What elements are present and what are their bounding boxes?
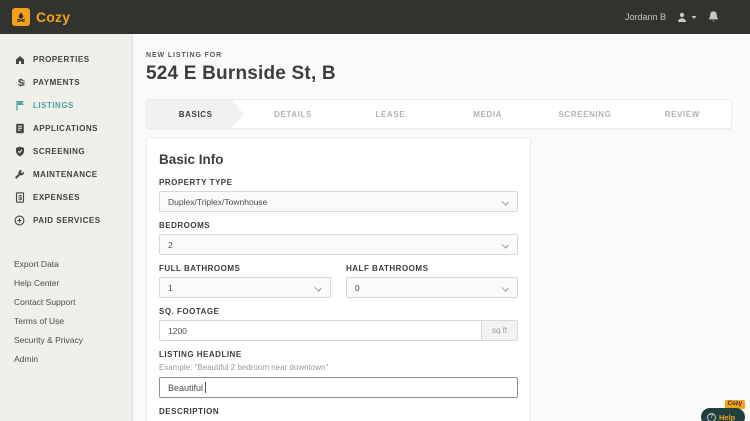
link-contact-support[interactable]: Contact Support bbox=[0, 292, 132, 311]
sidebar-links: Export Data Help Center Contact Support … bbox=[0, 254, 132, 368]
sidebar-item-applications[interactable]: APPLICATIONS bbox=[0, 117, 132, 140]
page-eyebrow: NEW LISTING FOR bbox=[146, 52, 750, 59]
bedrooms-value: 2 bbox=[168, 240, 173, 250]
page-header: NEW LISTING FOR 524 E Burnside St, B bbox=[134, 34, 750, 85]
receipt-icon: $ bbox=[14, 192, 25, 203]
field-listing-headline: LISTING HEADLINE Example: "Beautiful 2 b… bbox=[159, 350, 518, 398]
house-icon bbox=[14, 54, 25, 65]
wrench-icon bbox=[14, 169, 25, 180]
person-icon bbox=[676, 11, 689, 24]
listing-steps-tabbar: BASICS DETAILS LEASE MEDIA SCREENING REV… bbox=[146, 99, 732, 129]
topbar: Cozy Jordann B bbox=[0, 0, 750, 34]
listing-headline-helper: Example: "Beautiful 2 bedroom near downt… bbox=[159, 363, 518, 372]
listing-headline-label: LISTING HEADLINE bbox=[159, 350, 518, 359]
section-title: Basic Info bbox=[159, 152, 518, 167]
svg-text:$: $ bbox=[18, 195, 22, 202]
link-terms-of-use[interactable]: Terms of Use bbox=[0, 311, 132, 330]
cozy-logo[interactable]: Cozy bbox=[12, 8, 70, 26]
half-bathrooms-select[interactable]: 0 bbox=[346, 277, 518, 298]
basic-info-card: Basic Info PROPERTY TYPE Duplex/Triplex/… bbox=[146, 137, 531, 421]
campfire-icon bbox=[12, 8, 30, 26]
property-type-select[interactable]: Duplex/Triplex/Townhouse bbox=[159, 191, 518, 212]
field-bedrooms: BEDROOMS 2 bbox=[159, 221, 518, 255]
sidebar-item-maintenance[interactable]: MAINTENANCE bbox=[0, 163, 132, 186]
help-label: Help bbox=[719, 413, 735, 421]
link-security-privacy[interactable]: Security & Privacy bbox=[0, 330, 132, 349]
bedrooms-label: BEDROOMS bbox=[159, 221, 518, 230]
help-widget: Cozy ? Help bbox=[701, 400, 745, 421]
flag-icon bbox=[14, 100, 25, 111]
full-bathrooms-label: FULL BATHROOMS bbox=[159, 264, 331, 273]
user-name: Jordann B bbox=[625, 12, 666, 22]
tab-lease[interactable]: LEASE bbox=[342, 100, 439, 128]
sidebar-item-properties[interactable]: PROPERTIES bbox=[0, 48, 132, 71]
tab-media[interactable]: MEDIA bbox=[439, 100, 536, 128]
account-menu-button[interactable] bbox=[676, 11, 697, 24]
tab-screening[interactable]: SCREENING bbox=[536, 100, 633, 128]
link-export-data[interactable]: Export Data bbox=[0, 254, 132, 273]
dollar-icon: $ bbox=[14, 77, 25, 88]
sq-footage-label: SQ. FOOTAGE bbox=[159, 307, 518, 316]
listing-headline-input[interactable]: Beautiful bbox=[159, 377, 518, 398]
notifications-button[interactable] bbox=[707, 10, 720, 24]
sidebar-item-screening[interactable]: SCREENING bbox=[0, 140, 132, 163]
sq-footage-input[interactable] bbox=[160, 321, 481, 340]
tab-review[interactable]: REVIEW bbox=[634, 100, 731, 128]
document-icon bbox=[14, 123, 25, 134]
chevron-down-icon bbox=[502, 241, 509, 248]
full-bathrooms-value: 1 bbox=[168, 283, 173, 293]
chevron-down-icon bbox=[502, 198, 509, 205]
sq-ft-suffix: sq ft bbox=[481, 321, 517, 340]
chevron-down-icon bbox=[691, 15, 697, 20]
sidebar: PROPERTIES $ PAYMENTS LISTINGS APPLICATI… bbox=[0, 34, 133, 421]
field-bathrooms-row: FULL BATHROOMS 1 HALF BATHROOMS 0 bbox=[159, 264, 518, 298]
half-bathrooms-label: HALF BATHROOMS bbox=[346, 264, 518, 273]
chevron-down-icon bbox=[502, 284, 509, 291]
text-cursor bbox=[205, 382, 206, 393]
sidebar-item-paid-services[interactable]: PAID SERVICES bbox=[0, 209, 132, 232]
sidebar-item-payments[interactable]: $ PAYMENTS bbox=[0, 71, 132, 94]
sidebar-item-listings[interactable]: LISTINGS bbox=[0, 94, 132, 117]
property-type-value: Duplex/Triplex/Townhouse bbox=[168, 197, 267, 207]
chevron-down-icon bbox=[315, 284, 322, 291]
question-mark-icon: ? bbox=[707, 413, 716, 421]
plus-circle-icon bbox=[14, 215, 25, 226]
help-button[interactable]: ? Help bbox=[701, 408, 745, 421]
brand-name: Cozy bbox=[36, 9, 70, 25]
link-admin[interactable]: Admin bbox=[0, 349, 132, 368]
bedrooms-select[interactable]: 2 bbox=[159, 234, 518, 255]
field-half-bathrooms: HALF BATHROOMS 0 bbox=[346, 264, 518, 298]
half-bathrooms-value: 0 bbox=[355, 283, 360, 293]
sidebar-item-expenses[interactable]: $ EXPENSES bbox=[0, 186, 132, 209]
user-cluster: Jordann B bbox=[625, 10, 720, 24]
tab-basics[interactable]: BASICS bbox=[147, 100, 244, 128]
link-help-center[interactable]: Help Center bbox=[0, 273, 132, 292]
field-full-bathrooms: FULL BATHROOMS 1 bbox=[159, 264, 331, 298]
shield-icon bbox=[14, 146, 25, 157]
main-content: NEW LISTING FOR 524 E Burnside St, B BAS… bbox=[134, 34, 750, 421]
listing-headline-value: Beautiful bbox=[168, 383, 203, 393]
full-bathrooms-select[interactable]: 1 bbox=[159, 277, 331, 298]
app-window: Cozy Jordann B PROPERTIES $ PAYMENTS LIS… bbox=[0, 0, 750, 421]
page-title: 524 E Burnside St, B bbox=[146, 63, 750, 85]
field-sq-footage: SQ. FOOTAGE sq ft bbox=[159, 307, 518, 341]
bell-icon bbox=[707, 10, 720, 24]
property-type-label: PROPERTY TYPE bbox=[159, 178, 518, 187]
field-property-type: PROPERTY TYPE Duplex/Triplex/Townhouse bbox=[159, 178, 518, 212]
description-label: DESCRIPTION bbox=[159, 407, 518, 416]
field-description: DESCRIPTION What sets your rental apart? bbox=[159, 407, 518, 421]
tab-details[interactable]: DETAILS bbox=[244, 100, 341, 128]
